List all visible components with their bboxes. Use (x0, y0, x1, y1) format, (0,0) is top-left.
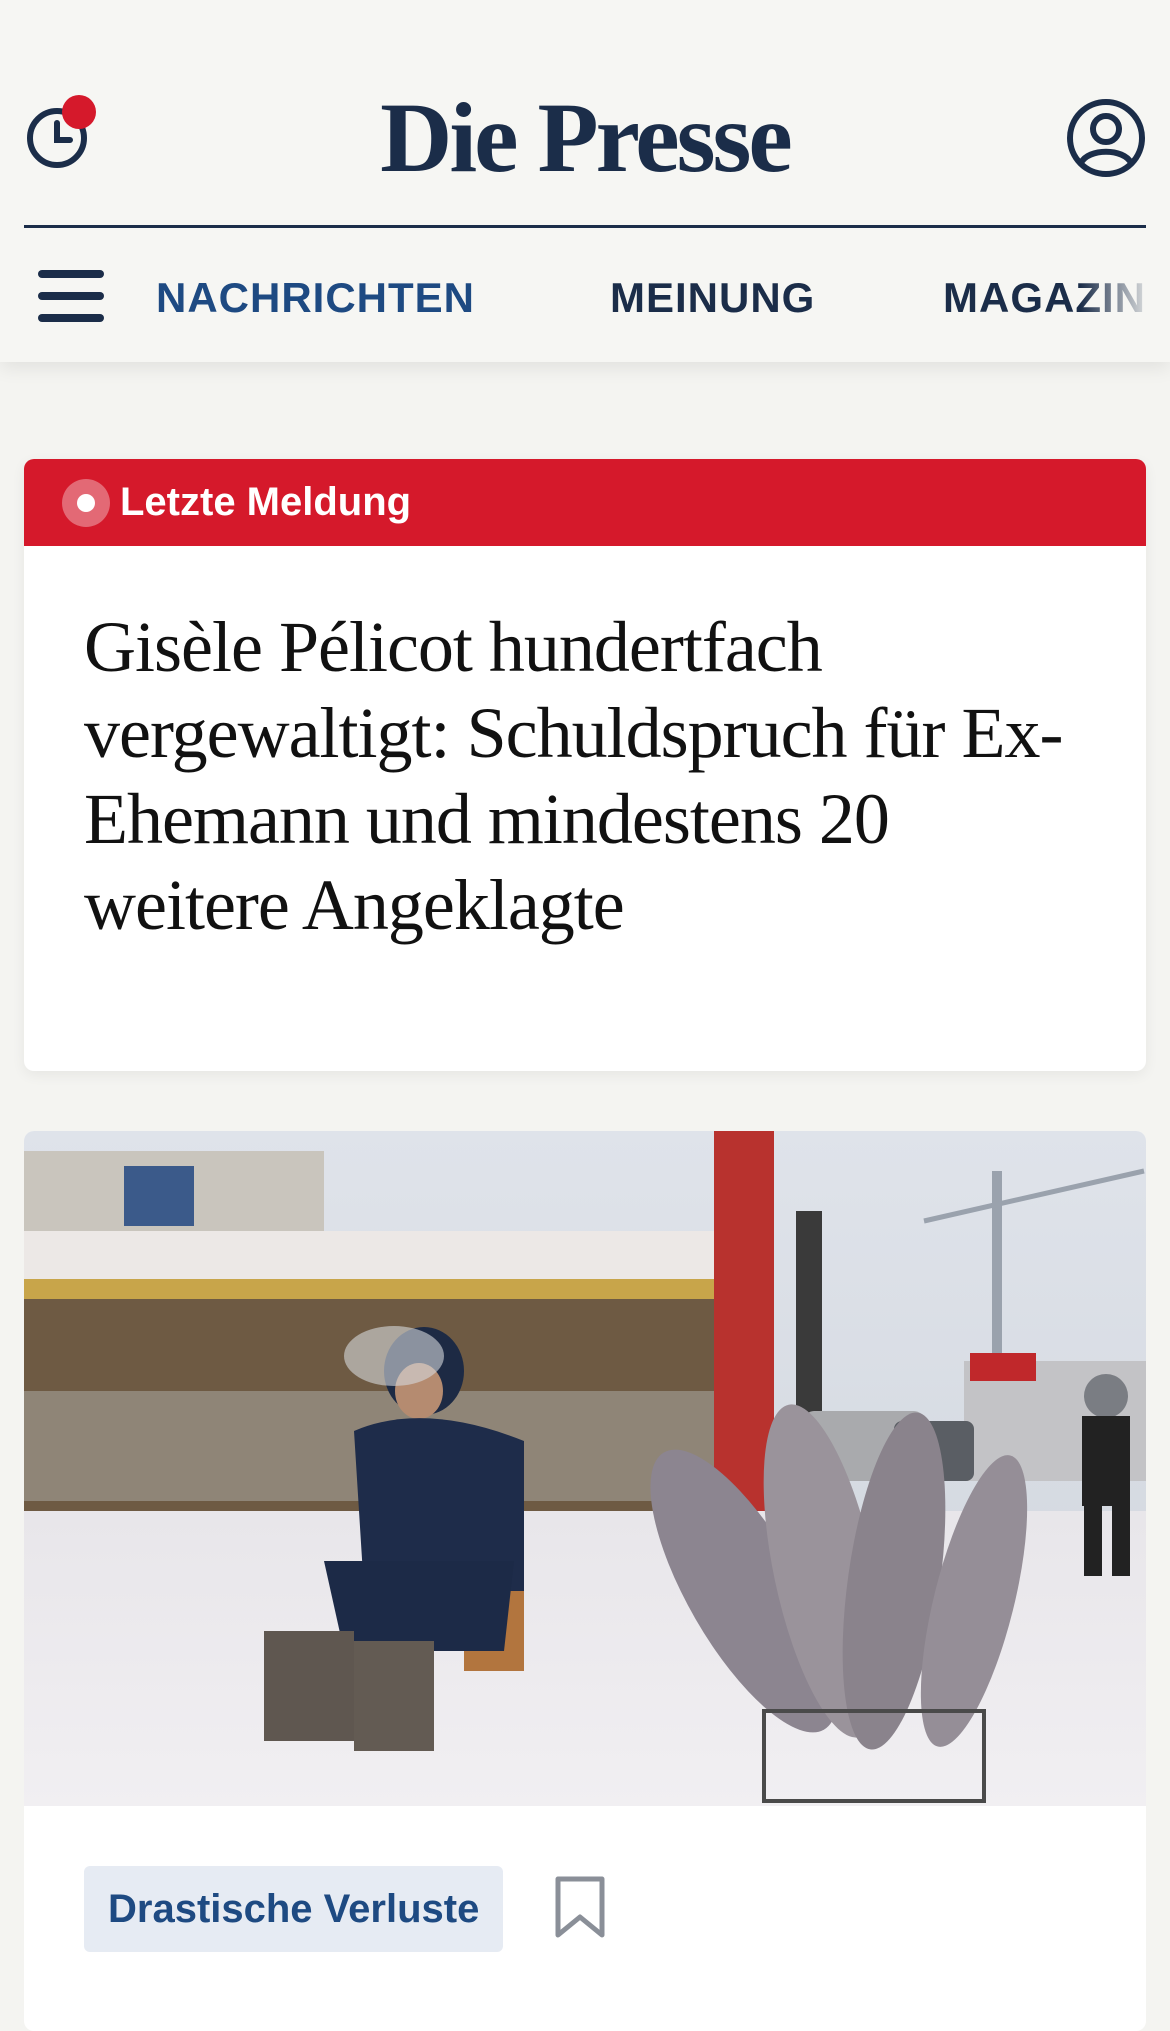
breaking-news-card[interactable]: Letzte Meldung Gisèle Pélicot hundertfac… (24, 459, 1146, 1071)
breaking-headline[interactable]: Gisèle Pélicot hundertfach vergewaltigt:… (84, 604, 1104, 948)
story-card[interactable]: Drastische Verluste (24, 1131, 1146, 2031)
menu-button[interactable] (38, 268, 106, 324)
bookmark-icon (555, 1876, 605, 1938)
story-tag[interactable]: Drastische Verluste (84, 1866, 504, 1952)
story-photo[interactable] (24, 1131, 1146, 1806)
site-header: Die Presse NACHRICHTEN MEINUNG MAGAZIN (0, 0, 1170, 362)
nav-item-meinung[interactable]: MEINUNG (610, 270, 815, 326)
header-divider (24, 225, 1146, 228)
nav-item-nachrichten[interactable]: NACHRICHTEN (156, 270, 475, 326)
account-button[interactable] (1064, 96, 1148, 180)
breaking-news-label: Letzte Meldung (120, 480, 412, 524)
live-indicator-icon (62, 479, 110, 527)
nav-scroll-fade (1080, 250, 1170, 350)
breaking-news-banner: Letzte Meldung (24, 459, 1146, 546)
bookmark-button[interactable] (552, 1875, 608, 1941)
hamburger-menu-icon (38, 270, 104, 278)
user-account-icon (1067, 99, 1145, 177)
site-logo[interactable]: Die Presse (0, 78, 1170, 198)
